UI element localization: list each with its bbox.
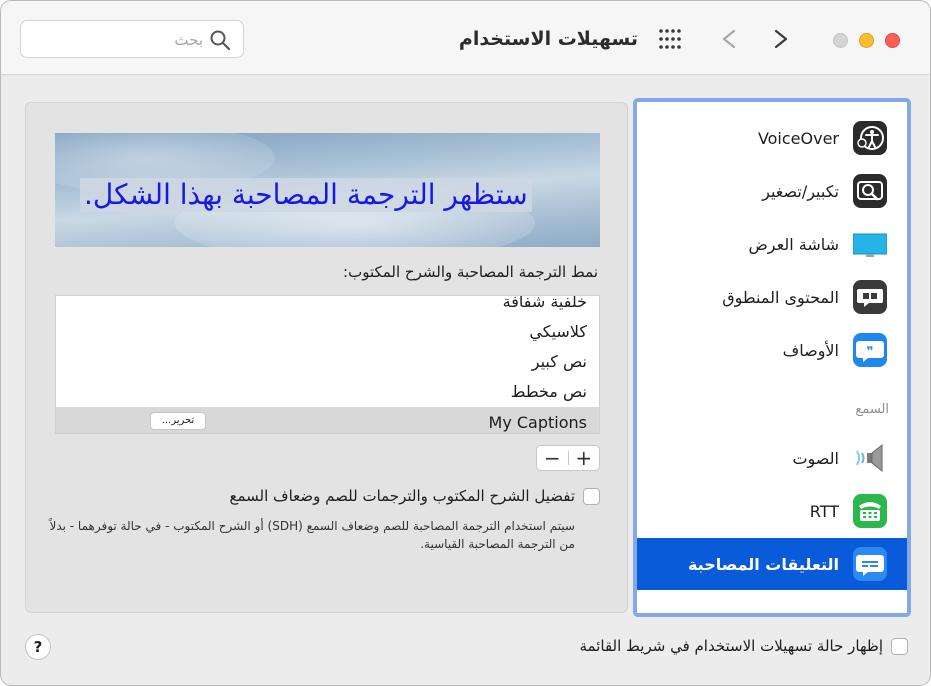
sidebar-item-label: الصوت (792, 448, 839, 468)
add-style-button[interactable]: + (568, 446, 599, 470)
window-title: تسهيلات الاستخدام (458, 28, 638, 50)
caption-style-list[interactable]: خلفية شفافة كلاسيكي نص كبير نص مخطط My C… (55, 295, 600, 434)
search-icon (210, 30, 231, 51)
show-all-button[interactable] (656, 27, 686, 51)
list-item[interactable]: نص كبير (532, 352, 587, 371)
menubar-status-option: إظهار حالة تسهيلات الاستخدام في شريط الق… (579, 637, 908, 655)
edit-style-button[interactable]: تحرير... (150, 412, 206, 430)
display-icon (853, 233, 887, 257)
chevron-left-icon (722, 29, 736, 49)
list-item-selected[interactable]: My Captions (489, 413, 587, 432)
sidebar-item-label: الأوصاف (782, 340, 839, 360)
sdh-description: سيتم استخدام الترجمة المصاحبة للصم وضعاف… (49, 519, 575, 551)
section-heading-hearing: السمع (855, 402, 889, 417)
sidebar-item-label: شاشة العرض (748, 234, 839, 254)
spoken-content-icon (853, 280, 887, 314)
captions-icon (853, 547, 887, 581)
captions-pane: ستظهر الترجمة المصاحبة بهذا الشكل. نمط ا… (25, 102, 628, 613)
chevron-right-icon (774, 29, 788, 49)
sidebar-item-label: RTT (809, 501, 839, 521)
close-window-button[interactable] (885, 33, 900, 48)
sidebar-item-zoom[interactable]: تكبير/تصغير (637, 165, 907, 217)
menubar-status-label: إظهار حالة تسهيلات الاستخدام في شريط الق… (579, 637, 883, 655)
help-button[interactable]: ? (25, 634, 51, 660)
sidebar-item-audio[interactable]: الصوت (637, 432, 907, 484)
voiceover-icon (853, 121, 887, 155)
search-input[interactable] (83, 28, 203, 52)
grid-icon (659, 29, 681, 49)
sidebar-item-label: المحتوى المنطوق (722, 287, 839, 307)
zoom-window-button[interactable] (833, 33, 848, 48)
sdh-option: تفضيل الشرح المكتوب والترجمات للصم وضعاف… (229, 487, 600, 505)
sidebar-item-captions[interactable]: التعليقات المصاحبة (637, 538, 907, 590)
preferences-window: تسهيلات الاستخدام VoiceOver (0, 0, 931, 686)
sidebar-item-label: التعليقات المصاحبة (687, 554, 839, 574)
list-item[interactable]: كلاسيكي (529, 322, 587, 341)
svg-text:❞: ❞ (866, 344, 873, 358)
sdh-checkbox[interactable] (583, 487, 600, 505)
sdh-checkbox-label: تفضيل الشرح المكتوب والترجمات للصم وضعاف… (229, 487, 576, 505)
list-item[interactable]: نص مخطط (511, 382, 587, 401)
menubar-status-checkbox[interactable] (891, 637, 908, 655)
sidebar-item-display[interactable]: شاشة العرض (637, 218, 907, 270)
descriptions-icon: ❞ (853, 333, 887, 367)
forward-button[interactable] (767, 23, 795, 55)
sidebar-item-label: VoiceOver (757, 128, 839, 148)
sidebar: VoiceOver تكبير/تصغير شاشة العرض المحتوى… (633, 98, 911, 617)
audio-icon (856, 443, 883, 473)
add-remove-control: − + (536, 445, 600, 471)
title-bar: تسهيلات الاستخدام (1, 1, 930, 75)
sidebar-item-voiceover[interactable]: VoiceOver (637, 112, 907, 164)
sidebar-item-rtt[interactable]: RTT (637, 485, 907, 537)
caption-preview-text: ستظهر الترجمة المصاحبة بهذا الشكل. (80, 178, 532, 212)
remove-style-button[interactable]: − (537, 446, 568, 470)
back-button[interactable] (715, 23, 743, 55)
sidebar-item-label: تكبير/تصغير (762, 181, 839, 201)
search-field[interactable] (20, 20, 244, 58)
zoom-icon (853, 174, 887, 208)
sidebar-item-spoken-content[interactable]: المحتوى المنطوق (637, 271, 907, 323)
minimize-window-button[interactable] (859, 33, 874, 48)
list-item[interactable]: خلفية شفافة (503, 296, 587, 311)
sidebar-item-descriptions[interactable]: ❞ الأوصاف (637, 324, 907, 376)
rtt-icon (853, 494, 887, 528)
caption-style-label: نمط الترجمة المصاحبة والشرح المكتوب: (343, 263, 598, 281)
caption-preview: ستظهر الترجمة المصاحبة بهذا الشكل. (55, 133, 600, 247)
